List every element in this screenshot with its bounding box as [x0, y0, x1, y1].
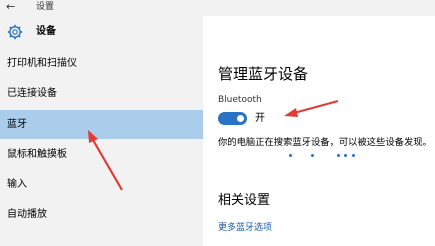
progress-dot — [352, 154, 355, 157]
main-panel: 管理蓝牙设备 Bluetooth 开 你的电脑正在搜索蓝牙设备，可以被这些设备发… — [203, 16, 435, 246]
progress-dots — [289, 154, 359, 158]
progress-dot — [311, 154, 314, 157]
sidebar-item-connected-devices[interactable]: 已连接设备 — [0, 79, 203, 108]
toggle-state-label: 开 — [255, 113, 265, 124]
bluetooth-label: Bluetooth — [218, 95, 262, 105]
sidebar-item-printers[interactable]: 打印机和扫描仪 — [0, 49, 203, 78]
sidebar-title: 设备 — [36, 26, 56, 37]
window-title: 设置 — [36, 2, 55, 12]
progress-dot — [337, 154, 340, 157]
title-bar: ← 设置 — [0, 0, 435, 16]
sidebar-item-mouse-touchpad[interactable]: 鼠标和触摸板 — [0, 140, 203, 169]
sidebar-header: 设备 — [0, 24, 203, 44]
related-settings-heading: 相关设置 — [218, 193, 271, 208]
back-arrow-icon[interactable]: ← — [6, 0, 15, 14]
more-bluetooth-options-link[interactable]: 更多蓝牙选项 — [218, 222, 272, 234]
sidebar-item-typing[interactable]: 输入 — [0, 170, 203, 199]
progress-dot — [344, 154, 347, 157]
toggle-knob — [237, 115, 244, 122]
page-title: 管理蓝牙设备 — [218, 65, 309, 83]
bluetooth-toggle[interactable] — [218, 112, 247, 125]
discovery-status-text: 你的电脑正在搜索蓝牙设备，可以被这些设备发现。 — [218, 137, 432, 148]
sidebar-item-autoplay[interactable]: 自动播放 — [0, 200, 203, 229]
progress-dot — [289, 154, 292, 157]
sidebar: 设备 打印机和扫描仪 已连接设备 蓝牙 鼠标和触摸板 输入 自动播放 — [0, 16, 203, 246]
gear-icon — [7, 24, 23, 40]
sidebar-item-bluetooth[interactable]: 蓝牙 — [0, 110, 203, 139]
